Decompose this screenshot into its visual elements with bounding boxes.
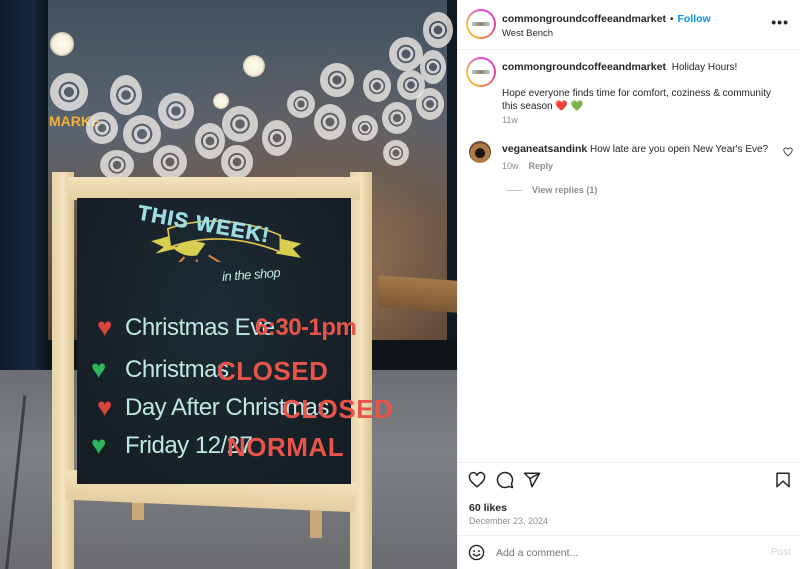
chalk-heart-icon: ♥ bbox=[97, 392, 113, 422]
post-date[interactable]: December 23, 2024 bbox=[469, 516, 548, 526]
paper-snowflake bbox=[383, 140, 409, 166]
ceiling-light bbox=[213, 93, 229, 109]
share-send-icon[interactable] bbox=[523, 471, 541, 489]
bookmark-save-icon[interactable] bbox=[774, 471, 792, 489]
emoji-smiley-icon[interactable] bbox=[468, 544, 485, 561]
view-replies-button[interactable]: View replies (1) bbox=[506, 185, 597, 195]
paper-snowflake bbox=[389, 37, 423, 71]
comment-like-heart-icon[interactable] bbox=[783, 147, 793, 157]
follow-button[interactable]: Follow bbox=[677, 13, 710, 25]
paper-snowflake bbox=[195, 123, 225, 159]
easel-left-leg bbox=[52, 172, 74, 569]
chalk-heart-icon: ♥ bbox=[91, 354, 107, 384]
add-comment-bar: Post bbox=[458, 535, 800, 569]
post-actions-bar: 60 likes December 23, 2024 bbox=[458, 462, 800, 534]
view-replies-label: View replies (1) bbox=[532, 185, 598, 195]
caption-title: Holiday Hours! bbox=[671, 62, 738, 73]
chalk-heart-icon: ♥ bbox=[91, 430, 107, 460]
paper-snowflake bbox=[86, 112, 118, 144]
paper-snowflake bbox=[221, 145, 253, 179]
paper-snowflake bbox=[420, 50, 446, 84]
paper-snowflake bbox=[287, 90, 315, 118]
paper-snowflake bbox=[100, 150, 134, 180]
sign-banner-subtitle: in the shop bbox=[221, 264, 281, 285]
post-comment-button[interactable]: Post bbox=[771, 547, 791, 558]
post-header: commongroundcoffeeandmarket • Follow Wes… bbox=[458, 0, 800, 50]
paper-snowflake bbox=[320, 63, 354, 97]
chalkboard-sign: THIS WEEK! in the shop ♥ Christmas Eve 6:3… bbox=[77, 198, 393, 484]
like-heart-icon[interactable] bbox=[468, 471, 486, 489]
ceiling-light bbox=[243, 55, 265, 77]
sign-line-value: CLOSED bbox=[282, 394, 394, 424]
paper-snowflake bbox=[262, 120, 292, 156]
paper-snowflake bbox=[314, 104, 346, 140]
post-details-panel: commongroundcoffeeandmarket • Follow Wes… bbox=[457, 0, 800, 569]
sign-line-value: NORMAL bbox=[227, 432, 345, 462]
view-replies-line bbox=[506, 189, 522, 191]
post-caption: commongroundcoffeeandmarket Holiday Hour… bbox=[502, 61, 787, 113]
brand-logo-icon bbox=[472, 22, 490, 26]
author-username-link[interactable]: commongroundcoffeeandmarket bbox=[502, 13, 666, 25]
sign-line-value: 6:30-1pm bbox=[255, 314, 357, 341]
comment-bubble-icon[interactable] bbox=[496, 471, 514, 489]
add-comment-input[interactable] bbox=[496, 543, 746, 563]
likes-count[interactable]: 60 likes bbox=[469, 502, 507, 514]
author-avatar[interactable] bbox=[466, 9, 496, 39]
paper-snowflake bbox=[423, 12, 453, 48]
paper-snowflake bbox=[110, 75, 142, 115]
location-link[interactable]: West Bench bbox=[502, 28, 553, 39]
separator-dot: • bbox=[669, 13, 674, 25]
paper-snowflake bbox=[158, 93, 194, 129]
ceiling-light bbox=[50, 32, 74, 56]
sign-line-label: Christmas Eve bbox=[125, 314, 275, 341]
paper-snowflake bbox=[123, 115, 161, 153]
window-frame bbox=[447, 0, 457, 380]
caption-author-avatar[interactable] bbox=[466, 57, 496, 87]
caption-username-link[interactable]: commongroundcoffeeandmarket bbox=[502, 61, 666, 73]
caption-timestamp[interactable]: 11w bbox=[502, 115, 518, 125]
brand-logo-icon bbox=[472, 70, 490, 74]
sign-line-value: CLOSED bbox=[217, 356, 329, 386]
patio-table bbox=[378, 275, 457, 313]
paper-snowflake bbox=[222, 106, 258, 142]
commenter-username-link[interactable]: veganeatsandink bbox=[502, 143, 587, 155]
paper-snowflake bbox=[153, 145, 187, 179]
more-options-icon[interactable]: ••• bbox=[771, 15, 789, 29]
post-photo[interactable]: MARKE THIS WEEK! in the shop ♥ Christmas… bbox=[0, 0, 457, 569]
paper-snowflake bbox=[382, 102, 412, 134]
reply-button[interactable]: Reply bbox=[529, 161, 554, 171]
paper-snowflake bbox=[352, 115, 378, 141]
paper-snowflake bbox=[363, 70, 391, 102]
door-frame bbox=[0, 0, 48, 400]
paper-snowflake bbox=[416, 88, 444, 120]
chalk-heart-icon: ♥ bbox=[97, 312, 113, 342]
easel-top-rail bbox=[68, 177, 360, 200]
paper-snowflake bbox=[50, 73, 88, 111]
caption-body: Hope everyone finds time for comfort, co… bbox=[502, 88, 771, 112]
sign-line-label: Christmas bbox=[125, 356, 229, 383]
comment-timestamp[interactable]: 10w bbox=[502, 161, 519, 171]
comment-text: How late are you open New Year's Eve? bbox=[589, 144, 769, 155]
commenter-avatar[interactable] bbox=[469, 141, 491, 163]
